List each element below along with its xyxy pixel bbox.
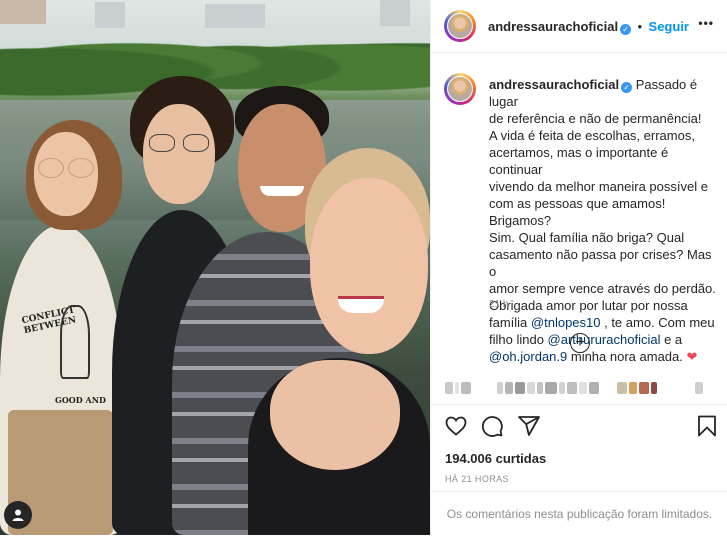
- post-side-panel: andressaurachoficial ✓ • Seguir ••• andre…: [430, 0, 727, 535]
- caption-line: Obrigada amor por lutar por nossa: [489, 298, 688, 313]
- caption-line: Sim. Qual família não briga? Qual: [489, 230, 685, 245]
- post-photo[interactable]: CONFLICT BETWEEN GOOD AND: [0, 0, 430, 535]
- action-bar: [431, 404, 727, 445]
- caption-line: com as pessoas que amamos! Brigamos?: [489, 196, 666, 228]
- caption-text: filho lindo: [489, 332, 548, 347]
- post-timestamp[interactable]: HÁ 21 HORAS: [445, 474, 509, 484]
- red-heart-emoji: ❤: [686, 349, 698, 364]
- header-username[interactable]: andressaurachoficial: [488, 19, 618, 34]
- caption-line: de referência e não de permanência!: [489, 111, 702, 126]
- mention-link-arthururachoficial[interactable]: @arthururachoficial: [548, 332, 661, 347]
- post-header: andressaurachoficial ✓ • Seguir •••: [431, 0, 727, 53]
- caption-text: , te amo. Com meu: [600, 315, 715, 330]
- comment-icon[interactable]: [480, 414, 504, 438]
- person-left-face: [34, 132, 98, 216]
- caption-text: família: [489, 315, 531, 330]
- heart-icon[interactable]: [444, 414, 468, 438]
- avatar[interactable]: [444, 10, 476, 42]
- person-front-face: [310, 178, 428, 354]
- header-username-row: andressaurachoficial ✓ • Seguir: [488, 18, 689, 36]
- user-tag-icon[interactable]: [4, 501, 32, 529]
- blurred-liked-by-row: [445, 381, 725, 395]
- caption-line: vivendo da melhor maneira possível e: [489, 179, 708, 194]
- comments-limited-notice: Os comentários nesta publicação foram li…: [431, 491, 727, 536]
- share-icon[interactable]: [517, 414, 541, 438]
- sweater-text-bottom: GOOD AND: [55, 395, 106, 405]
- follow-button[interactable]: Seguir: [649, 19, 689, 34]
- caption-line: casamento não passa por crises? Mas o: [489, 247, 712, 279]
- caption-text: e a: [660, 332, 683, 347]
- separator-dot: •: [637, 19, 643, 34]
- more-options-icon[interactable]: •••: [698, 16, 714, 30]
- caption-line: filho lindo @arthururachoficial e a: [489, 331, 719, 348]
- caption-line: família @tnlopes10 , te amo. Com meu: [489, 314, 719, 331]
- bookmark-icon[interactable]: [695, 414, 719, 438]
- mention-link-tnlopes10[interactable]: @tnlopes10: [531, 315, 601, 330]
- post-caption: andressaurachoficial ✓ Passado é lugar de…: [489, 76, 719, 365]
- sweater-print: [60, 305, 90, 379]
- caption-line: acertamos, mas o importante é continuar: [489, 145, 669, 177]
- verified-badge-icon: ✓: [621, 82, 633, 93]
- mention-link-oh-jordan-9[interactable]: @oh.jordan.9: [489, 349, 567, 364]
- person-hoodie-face: [143, 104, 215, 204]
- person-front-chest: [270, 360, 400, 470]
- verified-badge-icon: ✓: [620, 24, 632, 35]
- like-count[interactable]: 194.006 curtidas: [445, 451, 546, 466]
- plus-circle-icon[interactable]: +: [570, 333, 590, 353]
- caption-line: amor sempre vence através do perdão.: [489, 281, 716, 296]
- caption-avatar[interactable]: [444, 73, 476, 105]
- caption-timestamp[interactable]: 21 h: [489, 299, 508, 310]
- caption-line: @oh.jordan.9 minha nora amada. ❤: [489, 348, 719, 365]
- caption-username[interactable]: andressaurachoficial: [489, 77, 619, 92]
- caption-line: A vida é feita de escolhas, erramos,: [489, 128, 695, 143]
